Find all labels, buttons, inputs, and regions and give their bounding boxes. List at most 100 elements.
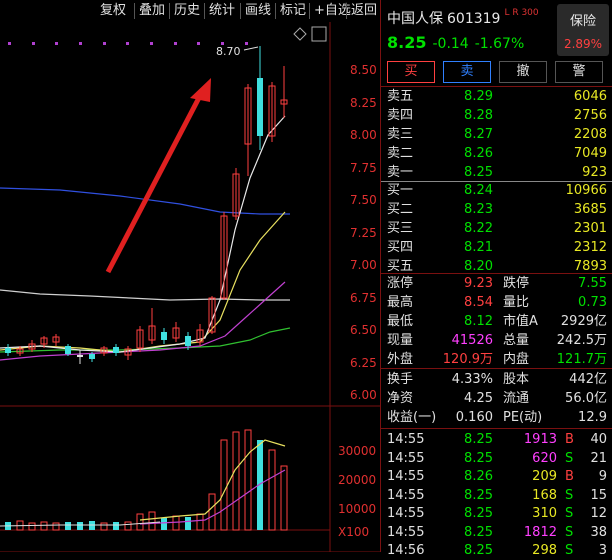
ask-vol: 923 bbox=[582, 165, 607, 180]
tick-direction: S bbox=[565, 487, 574, 503]
quote-label: 内盘 bbox=[503, 352, 530, 367]
stat-label: 净资 bbox=[387, 391, 414, 406]
sector-name: 保险 bbox=[569, 14, 596, 29]
tick-price: 8.25 bbox=[464, 487, 493, 503]
bid-row[interactable]: 买三 8.22 2301 bbox=[381, 219, 612, 239]
ask-label: 卖二 bbox=[387, 146, 414, 161]
bid-price: 8.21 bbox=[464, 240, 493, 255]
tick-price: 8.25 bbox=[464, 543, 493, 558]
bid-vol: 2301 bbox=[573, 221, 607, 236]
quote-label: 市值A bbox=[503, 314, 538, 329]
bid-row[interactable]: 买二 8.23 3685 bbox=[381, 200, 612, 220]
quote-value: 120.9万 bbox=[442, 352, 493, 367]
tick-time: 14:55 bbox=[387, 506, 425, 521]
ask-row[interactable]: 卖三 8.27 2208 bbox=[381, 125, 612, 145]
ask-row[interactable]: 卖二 8.26 7049 bbox=[381, 144, 612, 164]
stock-tag: L R 300 bbox=[504, 8, 539, 18]
buy-button[interactable]: 买 bbox=[387, 61, 435, 83]
stock-title: 中国人保 601319 L R 300 bbox=[387, 8, 539, 28]
y-tick: 6.00 bbox=[350, 388, 377, 402]
stat-value: 0.160 bbox=[455, 410, 493, 425]
price-line: 8.25 -0.14 -1.67% bbox=[387, 33, 524, 52]
stock-name: 中国人保 bbox=[387, 11, 443, 27]
y-tick: 7.25 bbox=[350, 226, 377, 240]
candles bbox=[5, 46, 288, 364]
trade-buttons: 买 卖 撤 警 bbox=[387, 61, 609, 83]
quote-value: 8.54 bbox=[464, 295, 493, 310]
ask-label: 卖三 bbox=[387, 127, 414, 142]
cancel-order-button[interactable]: 撤 bbox=[499, 61, 547, 83]
tick-count: 3 bbox=[598, 543, 607, 558]
ask-vol: 6046 bbox=[573, 89, 607, 104]
price-axis: 8.50 8.25 8.00 7.75 7.50 7.25 7.00 6.75 … bbox=[350, 63, 377, 402]
y-tick: 7.50 bbox=[350, 193, 377, 207]
tick-direction: S bbox=[565, 524, 574, 540]
sector-badge[interactable]: 保险 2.89% bbox=[557, 4, 609, 56]
overlay-button[interactable]: 叠加 bbox=[137, 2, 167, 20]
bid-row[interactable]: 买四 8.21 2312 bbox=[381, 238, 612, 258]
ask-row[interactable]: 卖五 8.29 6046 bbox=[381, 87, 612, 107]
arrow-head-icon bbox=[190, 78, 211, 102]
window-box-icon[interactable] bbox=[311, 26, 327, 42]
quote-label: 最高 bbox=[387, 295, 414, 310]
y-tick: 7.00 bbox=[350, 258, 377, 272]
y-tick: 8.50 bbox=[350, 63, 377, 77]
ask-label: 卖五 bbox=[387, 89, 414, 104]
stock-code: 601319 bbox=[447, 11, 501, 27]
tick-direction: B bbox=[565, 432, 574, 447]
tick-volume: 168 bbox=[532, 487, 557, 503]
restore-rights-button[interactable]: 复权 bbox=[98, 2, 128, 20]
quote-label: 现量 bbox=[387, 333, 414, 348]
bid-price: 8.22 bbox=[464, 221, 493, 236]
tick-price: 8.26 bbox=[464, 469, 493, 484]
tick-count: 38 bbox=[590, 524, 607, 540]
bid-row[interactable]: 买一 8.24 10966 bbox=[381, 181, 612, 201]
quote-value: 0.73 bbox=[578, 295, 607, 310]
stat-row: 换手 4.33% 股本 442亿 bbox=[381, 370, 612, 390]
ask-price: 8.26 bbox=[464, 146, 493, 161]
bid-price: 8.23 bbox=[464, 202, 493, 217]
kline-chart[interactable]: 8.50 8.25 8.00 7.75 7.50 7.25 7.00 6.75 … bbox=[0, 22, 380, 553]
ask-row[interactable]: 卖四 8.28 2756 bbox=[381, 106, 612, 126]
diamond-icon[interactable] bbox=[293, 27, 307, 41]
tick-time: 14:55 bbox=[387, 450, 425, 466]
annotation-pointer bbox=[243, 46, 259, 51]
last-price: 8.25 bbox=[387, 33, 427, 52]
stat-value: 4.33% bbox=[451, 372, 493, 387]
draw-line-button[interactable]: 画线 bbox=[243, 2, 273, 20]
tick-direction: S bbox=[565, 450, 574, 466]
stat-label: 流通 bbox=[503, 391, 530, 406]
mark-button[interactable]: 标记 bbox=[278, 2, 308, 20]
tick-row: 14:55 8.25 168 S 15 bbox=[381, 487, 612, 505]
stat-label: 股本 bbox=[503, 372, 530, 387]
quote-label: 总量 bbox=[503, 333, 530, 348]
tick-price: 8.25 bbox=[464, 432, 493, 447]
kline-svg: 8.50 8.25 8.00 7.75 7.50 7.25 7.00 6.75 … bbox=[0, 22, 380, 553]
stat-label: PE(动) bbox=[503, 410, 543, 425]
tick-time: 14:55 bbox=[387, 469, 425, 484]
ask-label: 卖四 bbox=[387, 108, 414, 123]
vol-ma-yellow bbox=[139, 439, 286, 521]
stat-value: 4.25 bbox=[464, 391, 493, 406]
stat-value: 56.0亿 bbox=[565, 391, 607, 406]
y-tick: 6.25 bbox=[350, 356, 377, 370]
history-button[interactable]: 历史 bbox=[172, 2, 202, 20]
bid-price: 8.24 bbox=[464, 183, 493, 198]
vol-tick: 30000 bbox=[338, 444, 376, 458]
ask-row[interactable]: 卖一 8.25 923 bbox=[381, 163, 612, 183]
quote-row: 最低 8.12 市值A 2929亿 bbox=[381, 312, 612, 332]
stat-value: 442亿 bbox=[569, 372, 607, 387]
ask-price: 8.25 bbox=[464, 165, 493, 180]
ask-vol: 2756 bbox=[573, 108, 607, 123]
back-button[interactable]: 返回 bbox=[349, 2, 379, 20]
tick-price: 8.25 bbox=[464, 450, 493, 466]
tick-direction: B bbox=[565, 469, 574, 484]
vol-tick: 20000 bbox=[338, 473, 376, 487]
stat-value: 12.9 bbox=[578, 410, 607, 425]
ask-price: 8.27 bbox=[464, 127, 493, 142]
sell-button[interactable]: 卖 bbox=[443, 61, 491, 83]
alert-button[interactable]: 警 bbox=[555, 61, 603, 83]
statistics-button[interactable]: 统计 bbox=[207, 2, 237, 20]
quote-label: 跌停 bbox=[503, 276, 530, 291]
tick-row: 14:55 8.26 209 B 9 bbox=[381, 468, 612, 486]
